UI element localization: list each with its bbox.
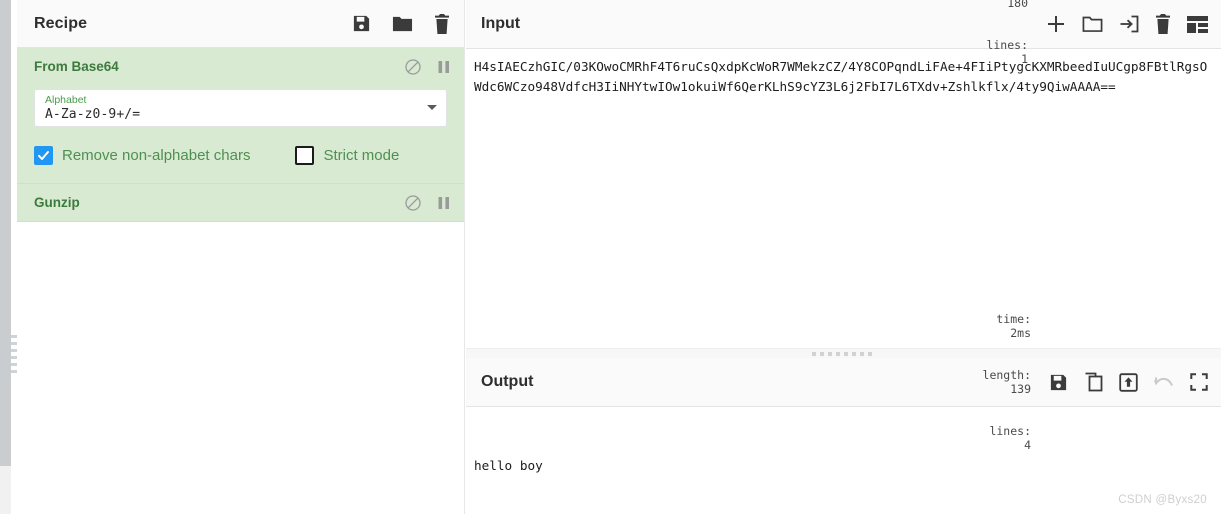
output-title: Output	[481, 373, 534, 390]
io-splitter-grip[interactable]	[811, 351, 876, 356]
chevron-down-icon[interactable]	[427, 105, 437, 110]
operation-controls	[405, 58, 450, 75]
output-length-value: 139	[1010, 382, 1031, 396]
save-output-button[interactable]	[1049, 373, 1068, 392]
input-actions	[1046, 14, 1208, 34]
save-icon	[353, 15, 370, 32]
folder-icon	[392, 16, 413, 32]
plus-icon	[1048, 16, 1064, 32]
output-textarea[interactable]: hello boy Congratulations on finding the…	[466, 407, 1221, 514]
breakpoint-operation-button[interactable]	[438, 60, 450, 74]
clear-recipe-button[interactable]	[434, 13, 450, 34]
open-file-input-button[interactable]	[1082, 15, 1103, 33]
copy-icon	[1085, 372, 1103, 392]
breakpoint-operation-button[interactable]	[438, 196, 450, 210]
output-lines-row: lines: 4	[899, 410, 1031, 466]
check-icon	[38, 151, 49, 160]
input-tabs-layout-button[interactable]	[1187, 15, 1208, 33]
input-title-bar: Input length: 180 lines: 1	[466, 0, 1221, 66]
step-back-button[interactable]	[1154, 374, 1174, 390]
output-pane: Output time: 2ms length: 139 lines: 4 he…	[466, 312, 1221, 514]
recipe-pane: Recipe From Base64 Alphabet A-Za-z0-9+/=…	[17, 0, 465, 514]
maximise-output-button[interactable]	[1190, 373, 1208, 391]
app-scrollbar[interactable]	[0, 0, 11, 514]
output-time-label: time:	[996, 312, 1031, 326]
output-lines-value: 4	[1024, 438, 1031, 452]
output-meta: time: 2ms length: 139 lines: 4	[899, 298, 1031, 466]
alphabet-field[interactable]: Alphabet A-Za-z0-9+/=	[34, 89, 447, 127]
output-time-row: time: 2ms	[899, 298, 1031, 354]
input-pane: Input length: 180 lines: 1	[466, 0, 1221, 348]
watermark: CSDN @Byxs20	[1118, 494, 1207, 506]
operation-header: Gunzip	[17, 184, 464, 221]
pause-icon	[438, 60, 449, 73]
output-line: hello boy	[474, 458, 543, 473]
remove-non-alphabet-chars-checkbox[interactable]: Remove non-alphabet chars	[34, 146, 250, 165]
strict-mode-checkbox[interactable]: Strict mode	[295, 146, 399, 165]
operation-title: From Base64	[34, 59, 119, 74]
input-length-row: length: 180	[896, 0, 1028, 24]
save-recipe-button[interactable]	[352, 14, 371, 33]
folder-icon	[1082, 16, 1103, 32]
output-time-value: 2ms	[1010, 326, 1031, 340]
replace-input-with-output-button[interactable]	[1119, 372, 1138, 392]
disable-operation-button[interactable]	[405, 58, 421, 75]
output-title-bar: Output time: 2ms length: 139 lines: 4	[466, 312, 1221, 452]
disable-operation-button[interactable]	[405, 194, 421, 211]
operation-controls	[405, 194, 450, 211]
checkbox-box-checked[interactable]	[34, 146, 53, 165]
io-column: Input length: 180 lines: 1	[466, 0, 1221, 514]
output-length-label: length:	[982, 368, 1031, 382]
operation-title: Gunzip	[34, 195, 80, 210]
output-length-row: length: 139	[899, 354, 1031, 410]
copy-output-button[interactable]	[1084, 372, 1103, 392]
trash-icon	[1156, 14, 1170, 34]
strict-mode-label: Strict mode	[323, 147, 400, 164]
alphabet-value[interactable]: A-Za-z0-9+/=	[45, 106, 420, 123]
load-recipe-button[interactable]	[392, 14, 413, 33]
recipe-title-bar: Recipe	[17, 0, 464, 48]
clear-input-button[interactable]	[1155, 14, 1171, 34]
operation-from-base64[interactable]: From Base64 Alphabet A-Za-z0-9+/= Remove…	[17, 48, 464, 184]
output-lines-label: lines:	[989, 424, 1031, 438]
input-lines-label: lines:	[986, 38, 1028, 52]
add-input-tab-button[interactable]	[1046, 14, 1066, 34]
panel-layout-icon	[1187, 15, 1208, 33]
remove-non-alphabet-chars-label: Remove non-alphabet chars	[62, 147, 251, 164]
expand-icon	[1190, 373, 1208, 391]
operation-header: From Base64	[17, 48, 464, 85]
cyberchef-app: Recipe From Base64 Alphabet A-Za-z0-9+/=…	[0, 0, 1221, 514]
checkbox-row: Remove non-alphabet chars Strict mode	[34, 146, 447, 165]
checkbox-box-unchecked[interactable]	[295, 146, 315, 165]
input-textarea[interactable]: H4sIAECzhGIC/03KOwoCMRhF4T6ruCsQxdpKcWoR…	[466, 49, 1221, 97]
io-splitter[interactable]	[466, 348, 1221, 358]
operation-gunzip[interactable]: Gunzip	[17, 184, 464, 222]
input-length-value: 180	[1007, 0, 1028, 10]
trash-icon	[435, 13, 449, 34]
pause-icon	[438, 196, 449, 209]
bake-to-input-icon	[1119, 372, 1138, 392]
output-actions	[1049, 372, 1208, 392]
open-folder-as-input-button[interactable]	[1119, 15, 1139, 33]
input-title: Input	[481, 15, 521, 32]
arrow-into-box-icon	[1120, 15, 1139, 33]
alphabet-label: Alphabet	[45, 94, 87, 106]
app-scrollbar-thumb[interactable]	[0, 0, 11, 466]
save-icon	[1050, 374, 1067, 390]
undo-icon	[1154, 377, 1173, 386]
operation-ingredients: Alphabet A-Za-z0-9+/= Remove non-alphabe…	[17, 85, 464, 183]
disable-icon	[405, 58, 421, 75]
recipe-actions	[352, 13, 450, 34]
recipe-title: Recipe	[34, 14, 88, 32]
disable-icon	[405, 194, 421, 211]
